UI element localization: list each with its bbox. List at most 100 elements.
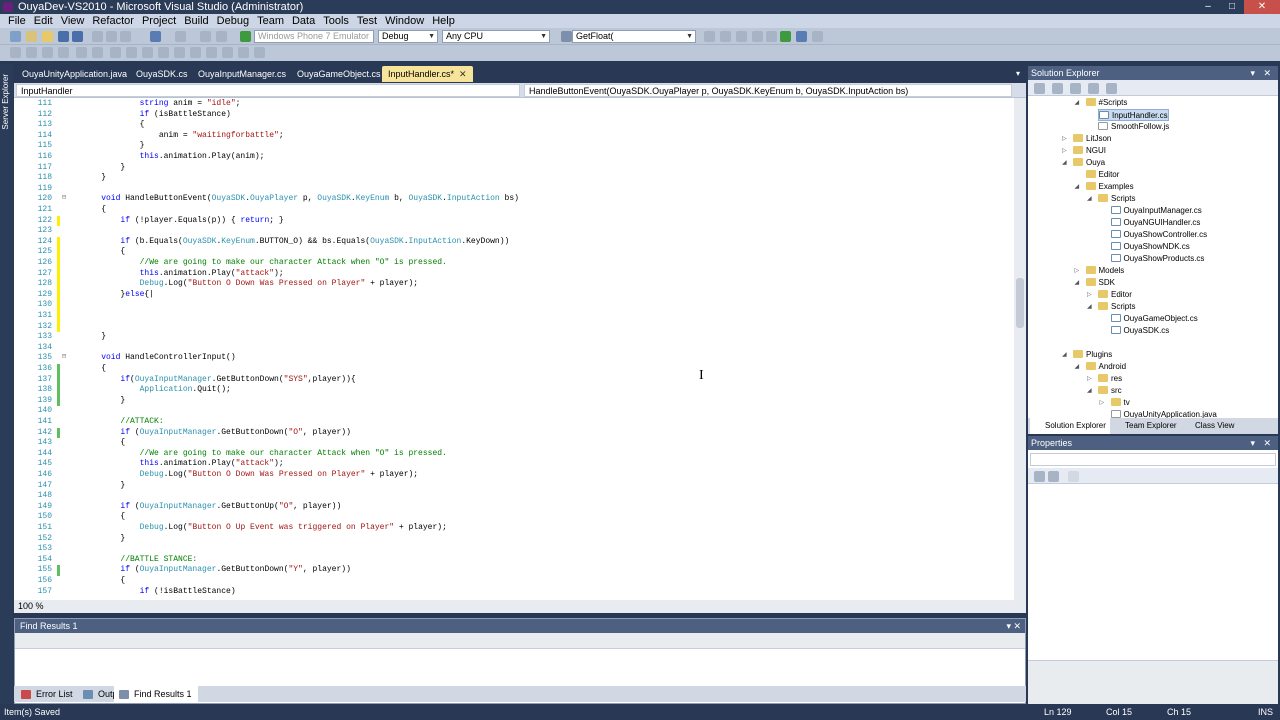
tab-ouya-game-object[interactable]: OuyaGameObject.cs <box>291 66 387 82</box>
start-debugging-icon[interactable] <box>240 31 251 42</box>
expanded-arrow-icon[interactable]: ◢ <box>1075 97 1083 109</box>
menu-build[interactable]: Build <box>180 14 212 28</box>
code-line[interactable]: 122 if (!player.Equals(p)) { return; } <box>14 215 1014 227</box>
start-page-icon[interactable] <box>796 31 807 42</box>
tab-team-explorer[interactable]: Team Explorer <box>1110 418 1181 434</box>
uncomment-icon[interactable] <box>126 47 137 58</box>
code-line[interactable]: 142 if (OuyaInputManager.GetButtonDown("… <box>14 427 1014 439</box>
paste-icon[interactable] <box>120 31 131 42</box>
code-line[interactable]: 146 Debug.Log("Button O Down Was Pressed… <box>14 470 1014 481</box>
next-bookmark-in-folder-icon[interactable] <box>206 47 217 58</box>
tree-item[interactable]: OuyaShowController.cs <box>1110 229 1207 241</box>
deploy-target-combo[interactable]: Windows Phone 7 Emulator <box>254 30 374 43</box>
code-line[interactable]: 152 } <box>14 534 1014 545</box>
code-line[interactable]: 130 <box>14 300 1014 311</box>
code-line[interactable]: 143 { <box>14 438 1014 449</box>
next-bookmark-in-document-icon[interactable] <box>238 47 249 58</box>
scrollbar-thumb[interactable] <box>1016 278 1024 328</box>
collapsed-arrow-icon[interactable]: ▷ <box>1062 133 1070 145</box>
menu-edit[interactable]: Edit <box>30 14 57 28</box>
tab-class-view[interactable]: Class View <box>1180 418 1238 434</box>
object-browser-icon[interactable] <box>766 31 777 42</box>
tab-ouya-unity-application[interactable]: OuyaUnityApplication.java <box>16 66 133 82</box>
tree-item[interactable]: OuyaShowNDK.cs <box>1110 241 1190 253</box>
zoom-level[interactable]: 100 % <box>18 600 44 613</box>
code-line[interactable]: 154 //BATTLE STANCE: <box>14 555 1014 566</box>
code-line[interactable]: 155 if (OuyaInputManager.GetButtonDown("… <box>14 565 1014 576</box>
next-bookmark-icon[interactable] <box>174 47 185 58</box>
collapsed-arrow-icon[interactable]: ▷ <box>1062 145 1070 157</box>
menu-help[interactable]: Help <box>428 14 459 28</box>
find-in-files-icon[interactable] <box>704 31 715 42</box>
toolbox-icon[interactable] <box>780 31 791 42</box>
display-object-member-list-icon[interactable] <box>10 47 21 58</box>
tab-solution-explorer[interactable]: Solution Explorer <box>1030 418 1110 434</box>
menu-window[interactable]: Window <box>381 14 428 28</box>
add-item-icon[interactable] <box>26 31 37 42</box>
close-tab-icon[interactable]: ✕ <box>459 69 467 79</box>
code-line[interactable]: 138 Application.Quit(); <box>14 385 1014 396</box>
code-line[interactable]: 119 <box>14 184 1014 195</box>
tree-item[interactable]: ▷ NGUI <box>1062 145 1106 157</box>
code-line[interactable]: 125 { <box>14 247 1014 258</box>
tree-item[interactable]: OuyaUnityApplication.java <box>1110 409 1217 418</box>
solution-explorer-icon[interactable] <box>736 31 747 42</box>
extension-manager-icon[interactable] <box>812 31 823 42</box>
menu-data[interactable]: Data <box>288 14 319 28</box>
find-combo[interactable]: GetFloat(▼ <box>572 30 696 43</box>
code-line[interactable]: 147 } <box>14 481 1014 492</box>
tree-item[interactable]: ▷ LitJson <box>1062 133 1111 145</box>
parameter-info-icon[interactable] <box>26 47 37 58</box>
tab-error-list[interactable]: Error List <box>16 686 79 702</box>
menu-test[interactable]: Test <box>353 14 381 28</box>
code-line[interactable]: 148 <box>14 491 1014 502</box>
toggle-bookmark-icon[interactable] <box>142 47 153 58</box>
tree-item[interactable]: ◢ Plugins <box>1062 349 1112 361</box>
maximize-button[interactable]: □ <box>1220 0 1244 14</box>
save-icon[interactable] <box>58 31 69 42</box>
code-line[interactable]: 132 <box>14 321 1014 333</box>
code-line[interactable]: 157 if (!isBattleStance) <box>14 587 1014 598</box>
navigate-backward-icon[interactable] <box>200 31 211 42</box>
code-line[interactable]: 111 string anim = "idle"; <box>14 99 1014 110</box>
code-line[interactable]: 145 this.animation.Play("attack"); <box>14 459 1014 470</box>
menu-tools[interactable]: Tools <box>319 14 353 28</box>
tree-item[interactable]: OuyaInputManager.cs <box>1110 205 1202 217</box>
undo-icon[interactable] <box>150 31 161 42</box>
properties-icon[interactable] <box>1034 83 1045 94</box>
expanded-arrow-icon[interactable]: ◢ <box>1087 193 1095 205</box>
code-line[interactable]: 144 //We are going to make our character… <box>14 449 1014 460</box>
code-line[interactable]: 131 <box>14 311 1014 322</box>
platform-combo[interactable]: Any CPU ▼ <box>442 30 550 43</box>
save-all-icon[interactable] <box>72 31 83 42</box>
expanded-arrow-icon[interactable]: ◢ <box>1087 385 1095 397</box>
pane-controls[interactable]: ▾ ✕ <box>1250 66 1274 80</box>
alphabetical-icon[interactable] <box>1048 471 1059 482</box>
collapsed-arrow-icon[interactable]: ▷ <box>1075 265 1083 277</box>
menu-debug[interactable]: Debug <box>213 14 253 28</box>
collapsed-arrow-icon[interactable]: ▷ <box>1087 289 1095 301</box>
code-line[interactable]: 127 this.animation.Play("attack"); <box>14 268 1014 280</box>
new-project-icon[interactable] <box>10 31 21 42</box>
code-line[interactable]: 117 } <box>14 163 1014 174</box>
code-line[interactable]: 139 } <box>14 395 1014 407</box>
tree-item[interactable]: ▷ Editor <box>1087 289 1132 301</box>
open-file-icon[interactable] <box>42 31 53 42</box>
tree-item[interactable]: ◢ Ouya <box>1062 157 1105 169</box>
categorized-icon[interactable] <box>1034 471 1045 482</box>
view-class-diagram-icon[interactable] <box>1088 83 1099 94</box>
refresh-icon[interactable] <box>1070 83 1081 94</box>
tree-item[interactable]: ◢ Scripts <box>1087 193 1135 205</box>
code-line[interactable]: 153 <box>14 544 1014 555</box>
code-line[interactable]: 149 if (OuyaInputManager.GetButtonUp("O"… <box>14 502 1014 513</box>
collapse-region-icon[interactable]: ⊟ <box>60 353 68 361</box>
expanded-arrow-icon[interactable]: ◢ <box>1087 301 1095 313</box>
clear-bookmarks-icon[interactable] <box>254 47 265 58</box>
member-combo[interactable]: HandleButtonEvent(OuyaSDK.OuyaPlayer p, … <box>524 84 1012 97</box>
expanded-arrow-icon[interactable]: ◢ <box>1062 157 1070 169</box>
close-button[interactable]: ✕ <box>1244 0 1280 14</box>
word-completion-icon[interactable] <box>58 47 69 58</box>
previous-bookmark-in-folder-icon[interactable] <box>190 47 201 58</box>
previous-bookmark-icon[interactable] <box>158 47 169 58</box>
show-all-files-icon[interactable] <box>1052 83 1063 94</box>
